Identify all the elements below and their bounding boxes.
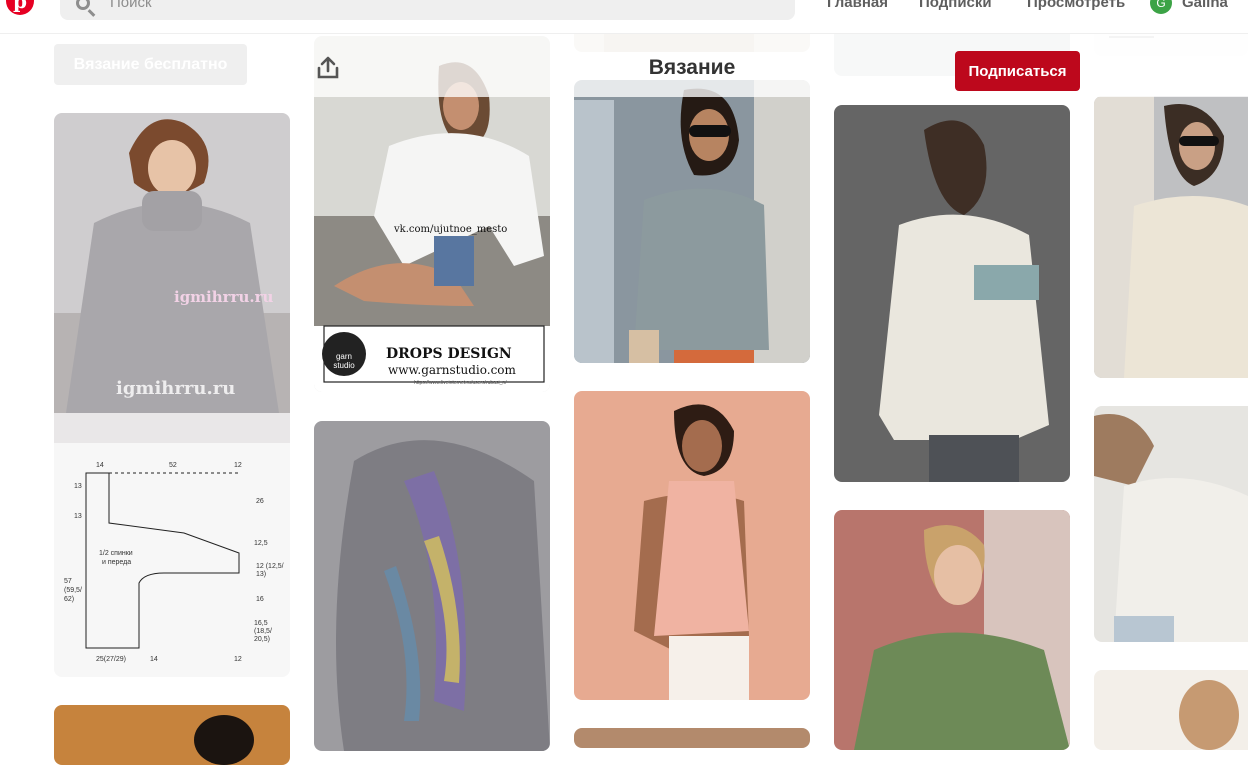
pin-grey-lace-sweater-sunglasses[interactable] [574,80,810,363]
svg-text:(59,5/: (59,5/ [64,587,82,594]
pin-grey-turtleneck-sweater[interactable]: 14 52 12 13 26 13 12,5 1/2 спинки и переда 12 … [54,113,290,677]
pin-image [1094,670,1248,750]
svg-text:и переда: и переда [102,559,131,566]
pin-bottom-partial[interactable] [574,728,810,748]
pin-bottom-partial-2[interactable] [1094,670,1248,750]
pin-image [834,105,1070,482]
search-input[interactable] [108,0,712,14]
brand-name: DROPS DESIGN [386,346,512,362]
board-section-pill[interactable]: Вязание бесплатно [54,44,247,85]
svg-text:14: 14 [150,656,158,663]
pin-image [54,705,290,765]
search-box[interactable] [60,0,795,20]
pin-image [314,421,550,751]
svg-text:13): 13) [256,571,266,578]
pinterest-logo-icon[interactable]: p [6,0,34,15]
pin-image [1094,406,1248,642]
svg-text:16,5: 16,5 [254,620,268,627]
pin-image [1094,96,1248,378]
garnstudio-logo: garn studio [333,352,355,370]
nav-following-link[interactable]: Подписки [919,0,992,11]
svg-text:16: 16 [256,596,264,603]
svg-text:12 (12,5/: 12 (12,5/ [256,563,284,570]
user-name-link[interactable]: Galina [1182,0,1228,11]
svg-text:62): 62) [64,596,74,603]
pin-white-sweater-back-view[interactable] [834,105,1070,482]
svg-text:26: 26 [256,498,264,505]
svg-text:12: 12 [234,656,242,663]
svg-text:13: 13 [74,483,82,490]
pin-striped-batwing-sweater[interactable] [314,421,550,751]
pin-green-lace-sweater[interactable] [834,510,1070,750]
pin-cream-cable-sweater[interactable] [1094,96,1248,378]
board-title: Вязание [648,56,736,79]
svg-text:(18,5/: (18,5/ [254,628,272,635]
svg-text:52: 52 [169,462,177,469]
svg-text:14: 14 [96,462,104,469]
pin-next-partial[interactable] [54,705,290,765]
brand-site: www.garnstudio.com [388,363,516,377]
pin-peach-knit-top[interactable] [574,391,810,700]
svg-text:57: 57 [64,578,72,585]
top-navigation-bar: p Главная Подписки Просмотреть G Galina [0,0,1248,34]
nav-home-link[interactable]: Главная [827,0,888,11]
source-line: https://www.liveinternet.ru/users/rubasi… [414,380,507,386]
url-overlay: vk.com/ujutnoe_mesto [394,224,508,235]
pin-image [574,80,810,363]
pin-image [574,391,810,700]
nav-explore-link[interactable]: Просмотреть [1027,0,1125,11]
pin-image [834,510,1070,750]
svg-text:25(27/29): 25(27/29) [96,656,126,663]
svg-text:20,5): 20,5) [254,636,270,643]
search-icon [76,0,90,10]
svg-text:12,5: 12,5 [254,540,268,547]
svg-text:12: 12 [234,462,242,469]
svg-text:13: 13 [74,513,82,520]
pin-white-mesh-sweater[interactable] [1094,406,1248,642]
user-avatar[interactable]: G [1150,0,1172,14]
svg-text:1/2 спинки: 1/2 спинки [99,550,133,557]
share-icon[interactable] [316,56,340,80]
pin-image [574,728,810,748]
watermark: igmihrru.ru [174,288,274,306]
watermark: igmihrru.ru [116,378,236,399]
follow-button[interactable]: Подписаться [955,51,1080,91]
board-header: Вязание бесплатно Вязание Подписаться [0,34,1248,97]
